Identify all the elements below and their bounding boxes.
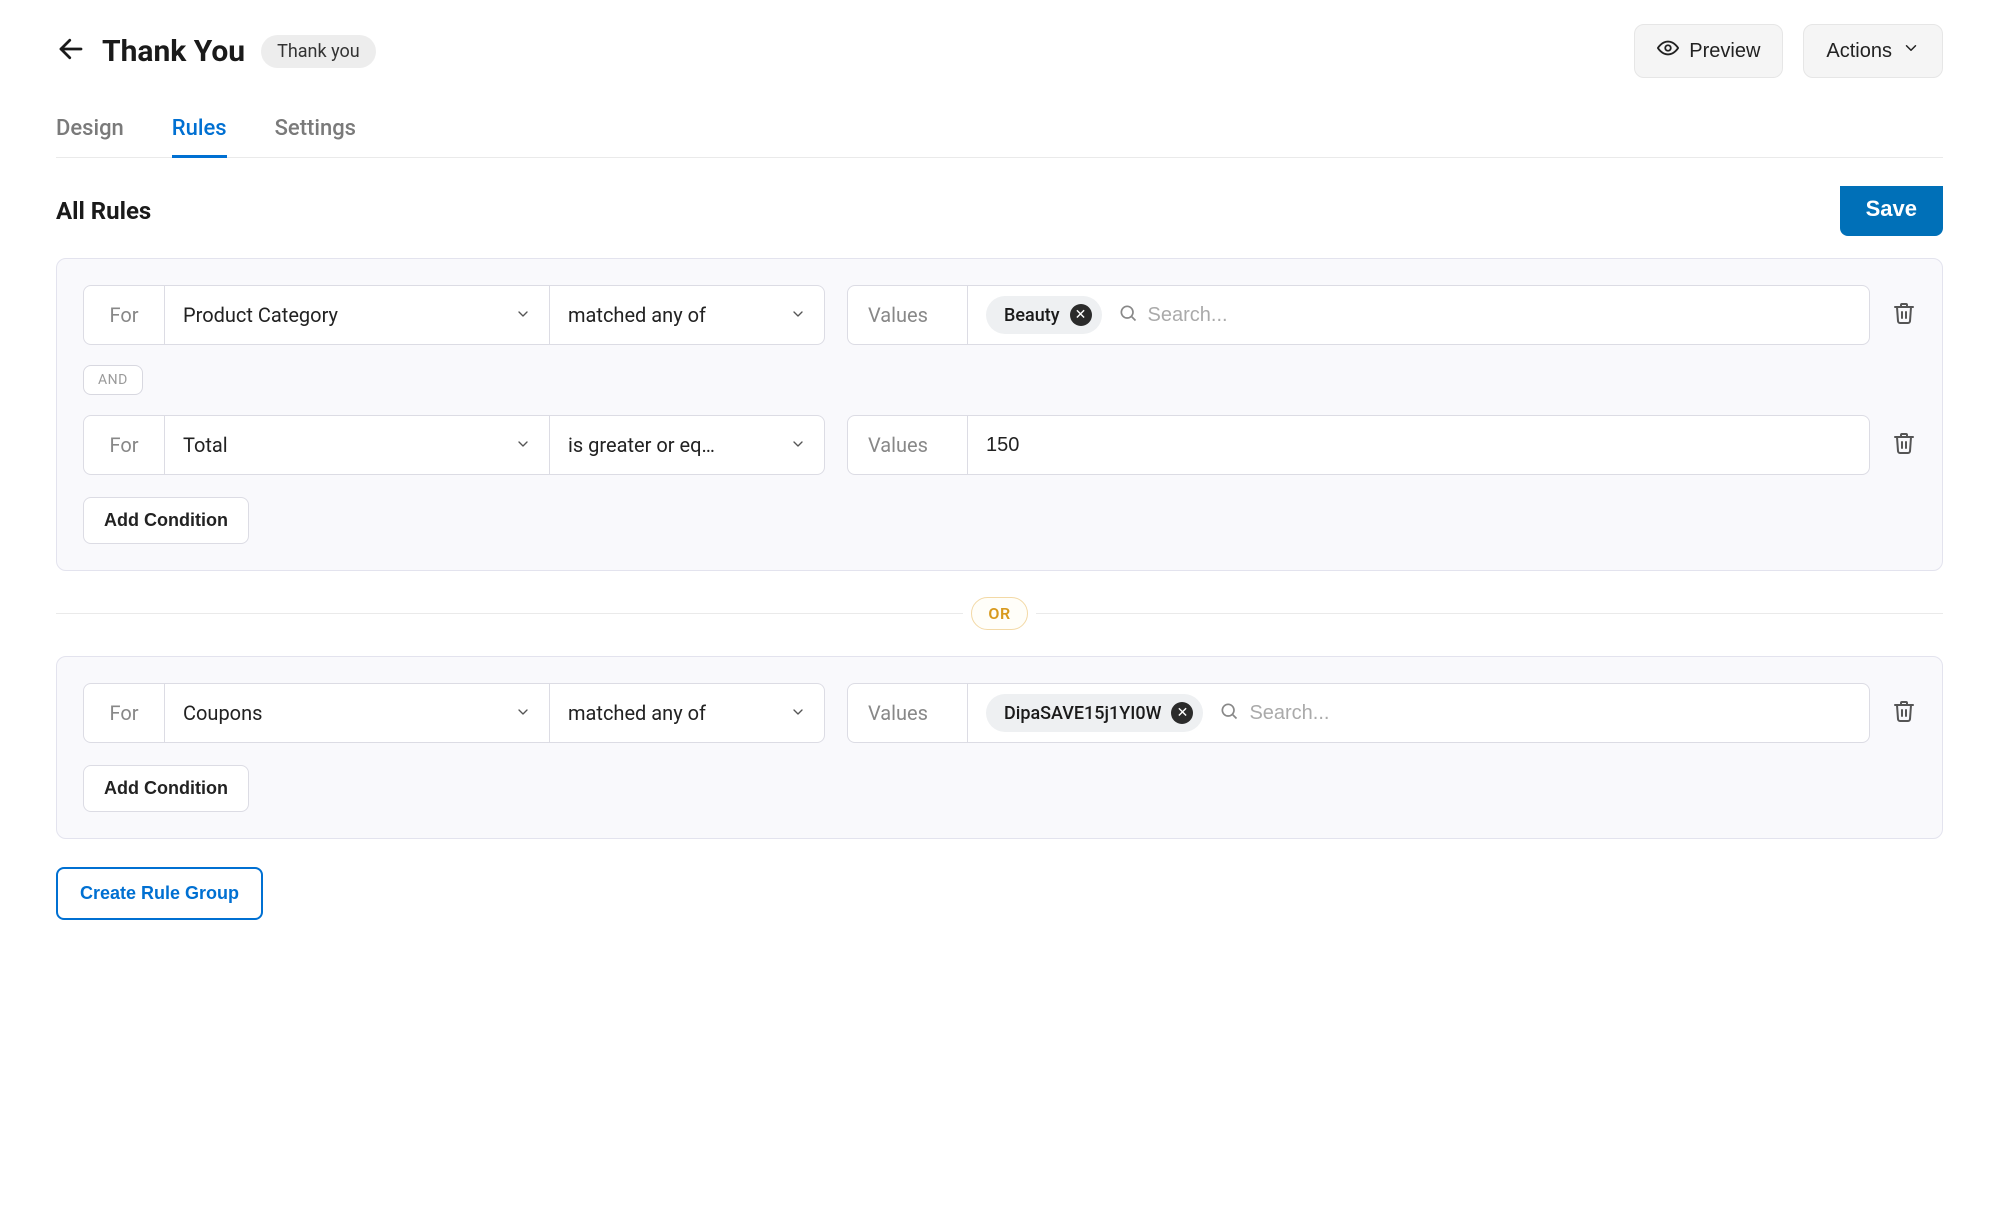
for-label: For bbox=[83, 683, 165, 743]
condition-row: For Total is greater or eq… Values bbox=[83, 415, 1916, 475]
page-subtitle-badge: Thank you bbox=[261, 35, 376, 68]
page-header: Thank You Thank you Preview Actions bbox=[56, 24, 1943, 78]
value-search bbox=[1219, 701, 1851, 726]
for-label: For bbox=[83, 285, 165, 345]
field-value: Coupons bbox=[183, 701, 262, 725]
section-title: All Rules bbox=[56, 197, 151, 225]
chevron-down-icon bbox=[1902, 39, 1920, 63]
operator-select[interactable]: matched any of bbox=[550, 683, 825, 743]
back-arrow-icon[interactable] bbox=[56, 34, 86, 69]
rule-group: For Coupons matched any of Values DipaSA… bbox=[56, 656, 1943, 839]
rule-group: For Product Category matched any of Valu… bbox=[56, 258, 1943, 571]
or-separator: OR bbox=[56, 597, 1943, 630]
close-icon[interactable]: ✕ bbox=[1171, 702, 1193, 724]
value-chip: DipaSAVE15j1YI0W ✕ bbox=[986, 694, 1203, 732]
tabs: Design Rules Settings bbox=[56, 116, 1943, 158]
actions-button[interactable]: Actions bbox=[1803, 24, 1943, 78]
or-connector: OR bbox=[971, 597, 1027, 630]
operator-select[interactable]: is greater or eq… bbox=[550, 415, 825, 475]
values-body: DipaSAVE15j1YI0W ✕ bbox=[968, 684, 1869, 742]
chevron-down-icon bbox=[515, 701, 531, 725]
value-search-input[interactable] bbox=[1148, 304, 1851, 327]
values-label: Values bbox=[848, 684, 968, 742]
chevron-down-icon bbox=[790, 303, 806, 327]
separator-line bbox=[56, 613, 963, 614]
close-icon[interactable]: ✕ bbox=[1070, 304, 1092, 326]
condition-row: For Product Category matched any of Valu… bbox=[83, 285, 1916, 345]
values-group: Values bbox=[847, 415, 1870, 475]
tab-design[interactable]: Design bbox=[56, 116, 124, 157]
preview-label: Preview bbox=[1689, 40, 1760, 63]
delete-condition-button[interactable] bbox=[1892, 431, 1916, 460]
values-label: Values bbox=[848, 286, 968, 344]
delete-condition-button[interactable] bbox=[1892, 301, 1916, 330]
save-button[interactable]: Save bbox=[1840, 186, 1943, 236]
for-label: For bbox=[83, 415, 165, 475]
chip-label: Beauty bbox=[1004, 305, 1060, 326]
tab-rules[interactable]: Rules bbox=[172, 116, 227, 157]
values-label: Values bbox=[848, 416, 968, 474]
operator-select[interactable]: matched any of bbox=[550, 285, 825, 345]
values-body bbox=[968, 416, 1869, 474]
tab-settings[interactable]: Settings bbox=[275, 116, 356, 157]
values-body: Beauty ✕ bbox=[968, 286, 1869, 344]
chevron-down-icon bbox=[790, 701, 806, 725]
operator-value: matched any of bbox=[568, 303, 706, 327]
value-search bbox=[1118, 303, 1851, 328]
chevron-down-icon bbox=[790, 433, 806, 457]
add-condition-button[interactable]: Add Condition bbox=[83, 497, 249, 544]
field-value: Product Category bbox=[183, 303, 338, 327]
preview-button[interactable]: Preview bbox=[1634, 24, 1783, 78]
delete-condition-button[interactable] bbox=[1892, 699, 1916, 728]
values-group: Values Beauty ✕ bbox=[847, 285, 1870, 345]
operator-value: is greater or eq… bbox=[568, 433, 715, 457]
create-rule-group-button[interactable]: Create Rule Group bbox=[56, 867, 263, 920]
search-icon bbox=[1219, 701, 1239, 726]
field-select[interactable]: Coupons bbox=[165, 683, 550, 743]
actions-label: Actions bbox=[1826, 40, 1892, 63]
value-chip: Beauty ✕ bbox=[986, 296, 1102, 334]
condition-row: For Coupons matched any of Values DipaSA… bbox=[83, 683, 1916, 743]
chevron-down-icon bbox=[515, 433, 531, 457]
value-input[interactable] bbox=[986, 416, 1851, 474]
and-connector: AND bbox=[83, 365, 143, 395]
field-value: Total bbox=[183, 433, 228, 457]
chip-label: DipaSAVE15j1YI0W bbox=[1004, 703, 1161, 724]
operator-value: matched any of bbox=[568, 701, 706, 725]
condition-field-group: For Product Category matched any of bbox=[83, 285, 825, 345]
value-search-input[interactable] bbox=[1249, 702, 1851, 725]
field-select[interactable]: Total bbox=[165, 415, 550, 475]
add-condition-button[interactable]: Add Condition bbox=[83, 765, 249, 812]
eye-icon bbox=[1657, 37, 1679, 65]
chevron-down-icon bbox=[515, 303, 531, 327]
search-icon bbox=[1118, 303, 1138, 328]
condition-field-group: For Total is greater or eq… bbox=[83, 415, 825, 475]
section-header: All Rules Save bbox=[56, 186, 1943, 236]
separator-line bbox=[1036, 613, 1943, 614]
values-group: Values DipaSAVE15j1YI0W ✕ bbox=[847, 683, 1870, 743]
condition-field-group: For Coupons matched any of bbox=[83, 683, 825, 743]
field-select[interactable]: Product Category bbox=[165, 285, 550, 345]
page-title: Thank You bbox=[102, 34, 245, 69]
